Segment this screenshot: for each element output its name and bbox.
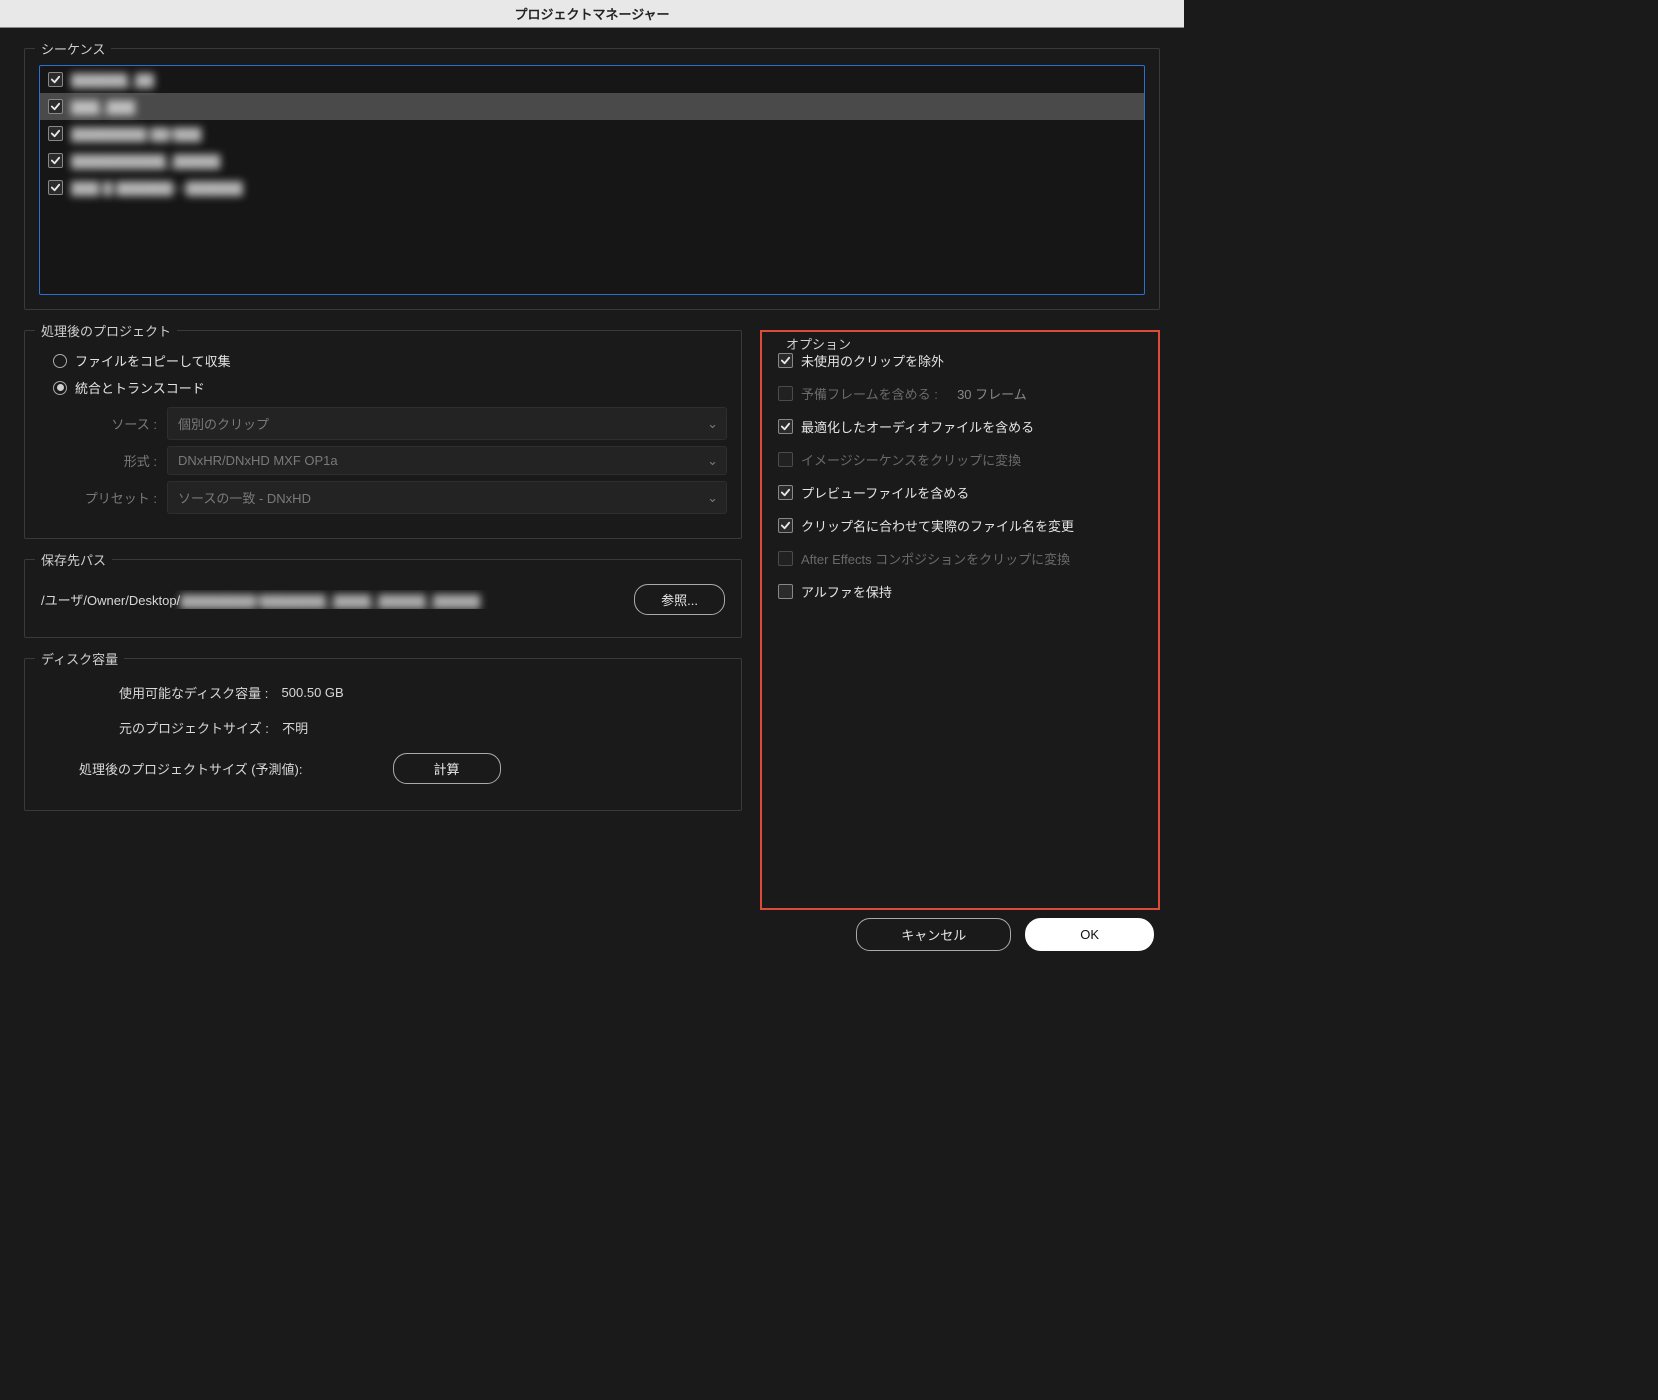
disk-orig-value: 不明 (275, 718, 308, 737)
preset-label: プリセット : (71, 488, 167, 507)
option-label: 未使用のクリップを除外 (801, 351, 944, 370)
sequence-row[interactable]: ▓▓▓▓▓▓▓▓▓▓_▓▓▓▓▓ (40, 147, 1144, 174)
checkbox-icon (778, 551, 793, 566)
checkbox-icon[interactable] (48, 99, 63, 114)
chevron-down-icon: ⌄ (707, 490, 718, 506)
checkbox-icon[interactable] (778, 485, 793, 500)
source-row: ソース : 個別のクリップ ⌄ (71, 407, 727, 440)
destination-fieldset: 保存先パス /ユーザ/Owner/Desktop/▓▓▓▓▓▓▓▓/▓▓▓▓▓▓… (24, 559, 742, 638)
option-label: クリップ名に合わせて実際のファイル名を変更 (801, 516, 1074, 535)
browse-button[interactable]: 参照... (634, 584, 725, 615)
option-rename-files[interactable]: クリップ名に合わせて実際のファイル名を変更 (776, 509, 1144, 542)
path-prefix: /ユーザ/Owner/Desktop/ (41, 593, 180, 608)
options-fieldset: オプション 未使用のクリップを除外予備フレームを含める : 30 フレーム最適化… (774, 344, 1146, 608)
radio-transcode-label: 統合とトランスコード (75, 378, 205, 397)
dialog-footer: キャンセル OK (24, 910, 1160, 951)
format-label: 形式 : (71, 451, 167, 470)
disk-orig-label: 元のプロジェクトサイズ : (119, 718, 269, 737)
checkbox-icon[interactable] (778, 584, 793, 599)
format-select[interactable]: DNxHR/DNxHD MXF OP1a ⌄ (167, 446, 727, 475)
option-label: イメージシーケンスをクリップに変換 (801, 450, 1021, 469)
option-preserve-alpha[interactable]: アルファを保持 (776, 575, 1144, 608)
radio-transcode-indicator (53, 381, 67, 395)
option-label: プレビューファイルを含める (801, 483, 969, 502)
preset-select[interactable]: ソースの一致 - DNxHD ⌄ (167, 481, 727, 514)
source-select[interactable]: 個別のクリップ ⌄ (167, 407, 727, 440)
path-blurred: ▓▓▓▓▓▓▓▓/▓▓▓▓▓▓▓_▓▓▓▓_▓▓▓▓▓_▓▓▓▓▓ (180, 593, 480, 608)
chevron-down-icon: ⌄ (707, 416, 718, 432)
sequence-item-label: ▓▓▓ ▓ ▓▓▓▓▓▓—▓▓▓▓▓▓ (71, 180, 243, 195)
option-label: 最適化したオーディオファイルを含める (801, 417, 1034, 436)
option-include-handles: 予備フレームを含める : 30 フレーム (776, 377, 1144, 410)
titlebar: プロジェクトマネージャー (0, 0, 1184, 28)
chevron-down-icon: ⌄ (707, 453, 718, 469)
sequence-row[interactable]: ▓▓▓▓▓▓▓▓ ▓▓/▓▓▓ (40, 120, 1144, 147)
checkbox-icon[interactable] (48, 180, 63, 195)
radio-copy[interactable]: ファイルをコピーして収集 (49, 347, 727, 374)
option-extra: 30 フレーム (950, 384, 1027, 403)
sequence-item-label: ▓▓▓▓▓▓▓▓ ▓▓/▓▓▓ (71, 126, 201, 141)
sequence-row[interactable]: ▓▓▓▓▓▓_▓▓ (40, 66, 1144, 93)
ok-button[interactable]: OK (1025, 918, 1154, 951)
checkbox-icon[interactable] (778, 353, 793, 368)
sequence-item-label: ▓▓▓_▓▓▓ (71, 99, 135, 114)
destination-label: 保存先パス (35, 550, 112, 569)
options-label: オプション (780, 334, 857, 353)
disk-result-label: 処理後のプロジェクトサイズ (予測値): (79, 759, 303, 778)
option-include-audio[interactable]: 最適化したオーディオファイルを含める (776, 410, 1144, 443)
source-value: 個別のクリップ (178, 417, 269, 432)
preset-value: ソースの一致 - DNxHD (178, 491, 311, 506)
destination-path: /ユーザ/Owner/Desktop/▓▓▓▓▓▓▓▓/▓▓▓▓▓▓▓_▓▓▓▓… (41, 590, 622, 609)
disk-label: ディスク容量 (35, 649, 124, 668)
sequence-row[interactable]: ▓▓▓_▓▓▓ (40, 93, 1144, 120)
checkbox-icon (778, 386, 793, 401)
checkbox-icon[interactable] (48, 72, 63, 87)
radio-copy-indicator (53, 354, 67, 368)
option-include-preview[interactable]: プレビューファイルを含める (776, 476, 1144, 509)
option-image-seq: イメージシーケンスをクリップに変換 (776, 443, 1144, 476)
format-value: DNxHR/DNxHD MXF OP1a (178, 453, 338, 468)
dialog-title: プロジェクトマネージャー (514, 4, 669, 23)
option-label: After Effects コンポジションをクリップに変換 (801, 549, 1070, 568)
sequence-list[interactable]: ▓▓▓▓▓▓_▓▓ ▓▓▓_▓▓▓ ▓▓▓▓▓▓▓▓ ▓▓/▓▓▓ ▓▓▓▓▓▓▓▓▓… (39, 65, 1145, 295)
disk-avail-label: 使用可能なディスク容量 : (119, 683, 268, 702)
option-label: 予備フレームを含める : (801, 384, 938, 403)
sequence-item-label: ▓▓▓▓▓▓▓▓▓▓_▓▓▓▓▓ (71, 153, 220, 168)
checkbox-icon[interactable] (778, 419, 793, 434)
radio-transcode[interactable]: 統合とトランスコード (49, 374, 727, 401)
options-highlight: オプション 未使用のクリップを除外予備フレームを含める : 30 フレーム最適化… (760, 330, 1160, 910)
disk-fieldset: ディスク容量 使用可能なディスク容量 : 500.50 GB 元のプロジェクトサ… (24, 658, 742, 811)
resulting-label: 処理後のプロジェクト (35, 321, 177, 340)
sequence-label: シーケンス (35, 39, 111, 58)
option-ae-comp: After Effects コンポジションをクリップに変換 (776, 542, 1144, 575)
radio-copy-label: ファイルをコピーして収集 (75, 351, 231, 370)
calculate-button[interactable]: 計算 (393, 753, 501, 784)
checkbox-icon[interactable] (48, 153, 63, 168)
source-label: ソース : (71, 414, 167, 433)
sequence-row[interactable]: ▓▓▓ ▓ ▓▓▓▓▓▓—▓▓▓▓▓▓ (40, 174, 1144, 201)
format-row: 形式 : DNxHR/DNxHD MXF OP1a ⌄ (71, 446, 727, 475)
preset-row: プリセット : ソースの一致 - DNxHD ⌄ (71, 481, 727, 514)
sequence-item-label: ▓▓▓▓▓▓_▓▓ (71, 72, 154, 87)
checkbox-icon (778, 452, 793, 467)
sequence-fieldset: シーケンス ▓▓▓▓▓▓_▓▓▓▓▓_▓▓▓▓▓▓▓▓▓▓▓ ▓▓/▓▓▓▓▓▓… (24, 48, 1160, 310)
cancel-button[interactable]: キャンセル (856, 918, 1011, 951)
resulting-fieldset: 処理後のプロジェクト ファイルをコピーして収集 統合とトランスコード ソース :… (24, 330, 742, 539)
disk-avail-value: 500.50 GB (274, 685, 343, 700)
checkbox-icon[interactable] (48, 126, 63, 141)
checkbox-icon[interactable] (778, 518, 793, 533)
option-label: アルファを保持 (801, 582, 892, 601)
